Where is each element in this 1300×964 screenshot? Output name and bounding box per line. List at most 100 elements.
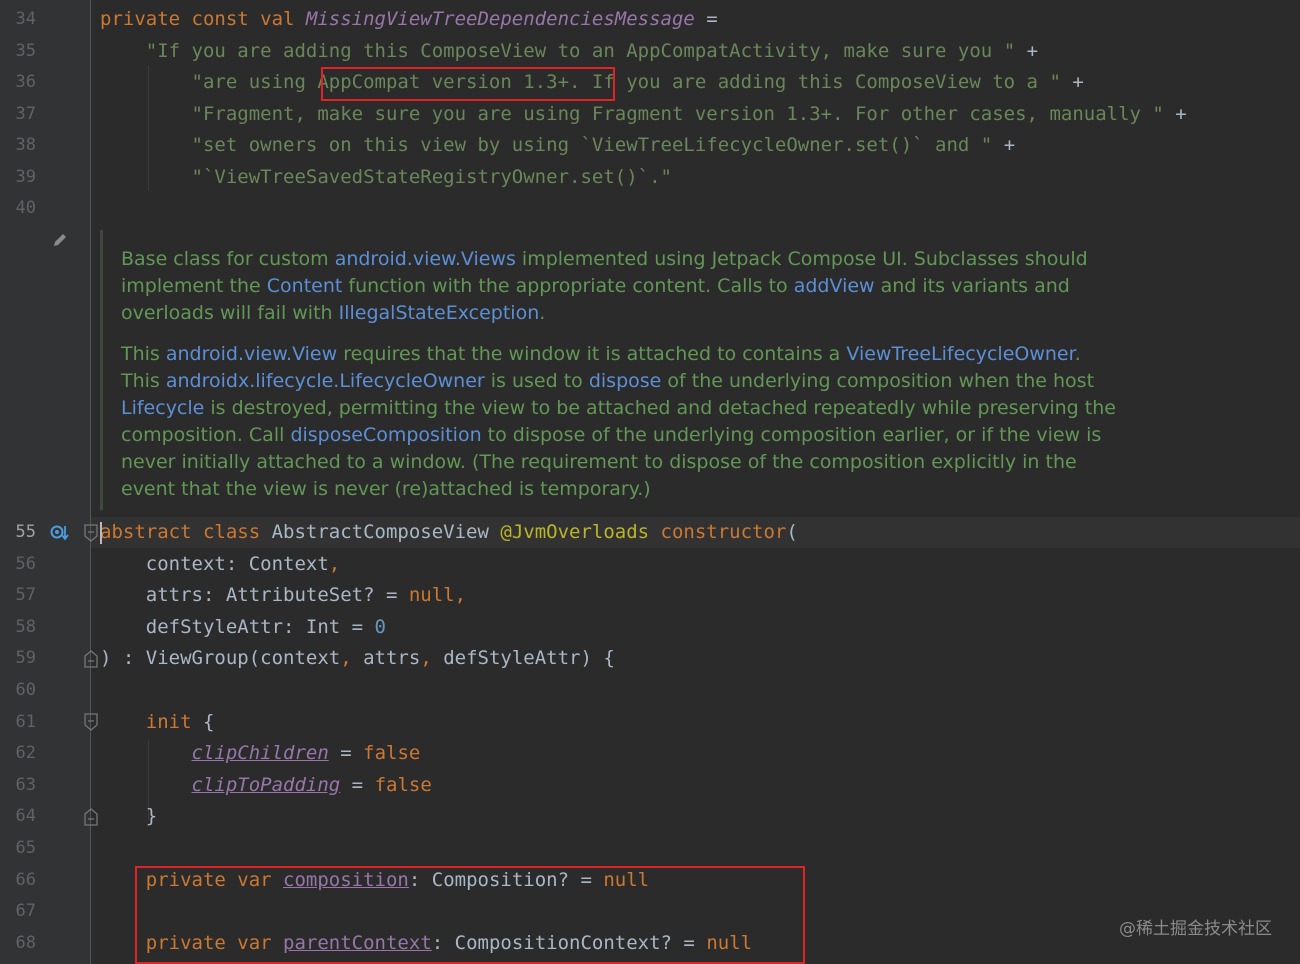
code-text[interactable]: context: Context, [100, 549, 340, 580]
line-number: 64 [15, 806, 36, 827]
code-text[interactable]: "Fragment, make sure you are using Fragm… [100, 99, 1187, 130]
line-number: 55 [15, 522, 36, 542]
code-token: + [992, 134, 1016, 156]
code-token: 0 [374, 615, 386, 638]
fold-marker-icon[interactable] [84, 808, 98, 826]
code-line[interactable]: 36 "are using AppCompat version 1.3+. If… [0, 67, 1300, 98]
line-number: 65 [15, 838, 36, 858]
doc-text: This [121, 343, 166, 365]
line-number: 39 [15, 166, 36, 187]
code-token: init [145, 710, 203, 733]
code-line[interactable]: 40 [0, 193, 1300, 224]
doc-link[interactable]: ViewTreeLifecycleOwner [846, 343, 1074, 365]
doc-link[interactable]: Content [267, 275, 343, 297]
code-text[interactable]: attrs: AttributeSet? = null, [100, 580, 466, 611]
code-token: { [202, 710, 215, 733]
fold-marker-icon[interactable] [84, 713, 98, 731]
line-number: 56 [15, 553, 36, 574]
code-line[interactable]: 62 clipChildren = false [0, 738, 1300, 769]
code-token: @JvmOverloads [500, 521, 661, 543]
code-token: context: Context [100, 552, 329, 575]
doc-link[interactable]: androidx.lifecycle.LifecycleOwner [166, 370, 485, 392]
code-text[interactable]: "set owners on this view by using `ViewT… [100, 130, 1016, 161]
code-token: clipChildren [191, 742, 329, 765]
doc-link[interactable]: android.view.Views [335, 248, 516, 270]
code-line[interactable]: 56 context: Context, [0, 549, 1300, 580]
watermark: @稀土掘金技术社区 [1119, 919, 1272, 939]
code-token: MissingViewTreeDependenciesMessage [305, 8, 695, 30]
line-number: 57 [15, 585, 36, 606]
code-text[interactable]: private const val MissingViewTreeDepende… [100, 4, 718, 35]
code-text[interactable]: "If you are adding this ComposeView to a… [100, 36, 1038, 67]
fold-marker-icon[interactable] [84, 650, 98, 668]
code-token: } [100, 805, 158, 828]
line-number: 38 [15, 135, 36, 155]
edit-pencil-icon[interactable] [52, 232, 68, 248]
code-text[interactable]: init { [100, 707, 215, 738]
code-token: attrs [363, 647, 421, 670]
code-line[interactable]: 37 "Fragment, make sure you are using Fr… [0, 99, 1300, 130]
code-token: "set owners on this view by using `ViewT… [191, 134, 993, 156]
code-token: "`ViewTreeSavedStateRegistryOwner.set()`… [191, 165, 672, 188]
code-text[interactable]: clipToPadding = false [100, 770, 432, 801]
line-number: 35 [15, 40, 36, 61]
code-line[interactable]: 58 defStyleAttr: Int = 0 [0, 612, 1300, 643]
code-line[interactable]: 38 "set owners on this view by using `Vi… [0, 130, 1300, 161]
doc-link[interactable]: android.view.View [166, 343, 337, 365]
code-line[interactable]: 60 [0, 675, 1300, 706]
line-number: 62 [15, 743, 36, 764]
fold-marker-icon[interactable] [84, 524, 98, 542]
code-token: AbstractComposeView [271, 521, 501, 543]
code-line[interactable]: 65 [0, 833, 1300, 864]
line-number: 58 [15, 616, 36, 637]
code-token: , [340, 647, 364, 670]
code-line[interactable]: 57 attrs: AttributeSet? = null, [0, 580, 1300, 611]
line-number: 34 [15, 9, 36, 29]
line-number: 68 [15, 932, 36, 953]
code-line[interactable]: 59 ) : ViewGroup(context, attrs, defStyle… [0, 643, 1300, 674]
code-token: = [328, 742, 364, 765]
code-token: constructor [660, 521, 787, 543]
line-number: 67 [15, 901, 36, 922]
code-text[interactable]: defStyleAttr: Int = 0 [100, 612, 386, 643]
doc-link[interactable]: disposeComposition [290, 424, 481, 446]
doc-link[interactable]: Lifecycle [121, 397, 204, 419]
code-text[interactable]: "`ViewTreeSavedStateRegistryOwner.set()`… [100, 162, 672, 193]
doc-link[interactable]: dispose [589, 370, 662, 392]
code-token: defStyleAttr: Int = [100, 615, 375, 638]
line-number: 40 [15, 198, 36, 218]
line-number: 60 [15, 680, 36, 700]
code-token: , [420, 647, 444, 670]
code-line[interactable]: 63 clipToPadding = false [0, 770, 1300, 801]
code-text[interactable]: } [100, 801, 157, 832]
line-number: 66 [15, 869, 36, 890]
code-line[interactable]: 34 private const val MissingViewTreeDepen… [0, 4, 1300, 35]
doc-link[interactable]: addView [794, 275, 875, 297]
code-line[interactable]: 64 } [0, 801, 1300, 832]
code-line[interactable]: 55 abstract class AbstractComposeView @Jv… [0, 517, 1300, 548]
code-token: ) : ViewGroup(context [100, 647, 341, 670]
doc-link[interactable]: IllegalStateException [339, 302, 540, 324]
kdoc-paragraph: Base class for custom android.view.Views… [121, 246, 1121, 327]
code-line[interactable]: 39 "`ViewTreeSavedStateRegistryOwner.set… [0, 162, 1300, 193]
line-number: 36 [15, 72, 36, 92]
line-number: 59 [15, 648, 36, 669]
implementations-icon[interactable] [50, 524, 70, 542]
code-text[interactable]: ) : ViewGroup(context, attrs, defStyleAt… [100, 643, 615, 674]
code-line[interactable]: 61 init { [0, 707, 1300, 738]
code-text[interactable]: clipChildren = false [100, 738, 421, 769]
code-text[interactable]: abstract class AbstractComposeView @JvmO… [100, 517, 798, 548]
code-token: , [328, 552, 341, 575]
code-token: null, [408, 584, 467, 607]
code-token: private const val [100, 8, 306, 30]
line-number: 61 [15, 711, 36, 732]
code-line[interactable]: 35 "If you are adding this ComposeView t… [0, 36, 1300, 67]
code-token: + [1163, 102, 1187, 125]
